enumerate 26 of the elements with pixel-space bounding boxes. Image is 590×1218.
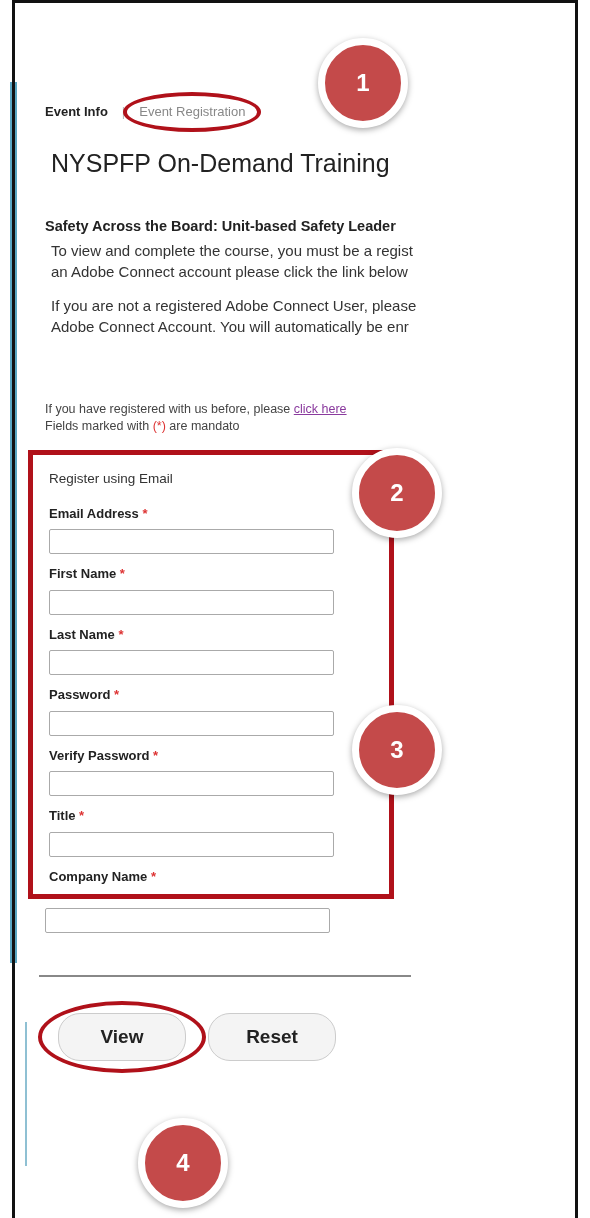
input-field[interactable] (49, 650, 334, 675)
form-heading: Register using Email (49, 470, 174, 489)
mandatory-note: Fields marked with (*) are mandato (45, 418, 241, 436)
input-field[interactable] (49, 589, 334, 615)
page-title: NYSPFP On-Demand Training (51, 147, 391, 178)
tab[interactable]: Event Info (45, 102, 108, 122)
input-field[interactable] (45, 908, 330, 933)
click-here-link[interactable]: click here (293, 402, 347, 417)
description-paragraph: To view and complete the course, you must be a regist an Adobe Connect account please click the link below (51, 241, 414, 283)
tab[interactable]: Event Registration (139, 102, 246, 122)
view-button[interactable]: View (58, 1013, 186, 1061)
input-field[interactable] (49, 771, 334, 796)
description-paragraph: If you are not a registered Adobe Connect User, please Adobe Connect Account. You will automatically be enr (51, 296, 418, 338)
field-label: First Name * (49, 565, 126, 583)
field-label: Password * (49, 686, 121, 704)
input-field[interactable] (49, 831, 334, 857)
login-note: If you have registered with us before, please click here (45, 401, 348, 419)
field-label: Title * (49, 807, 86, 825)
input-field[interactable] (49, 710, 334, 736)
course-heading: Safety Across the Board: Unit-based Safety Leader (45, 216, 397, 236)
field-label: Company Name * (49, 867, 157, 886)
field-label: Verify Password * (49, 746, 160, 765)
input-field[interactable] (49, 529, 334, 554)
field-label: Email Address * (49, 504, 149, 523)
field-label: Last Name * (49, 625, 125, 644)
reset-button[interactable]: Reset (208, 1013, 336, 1061)
